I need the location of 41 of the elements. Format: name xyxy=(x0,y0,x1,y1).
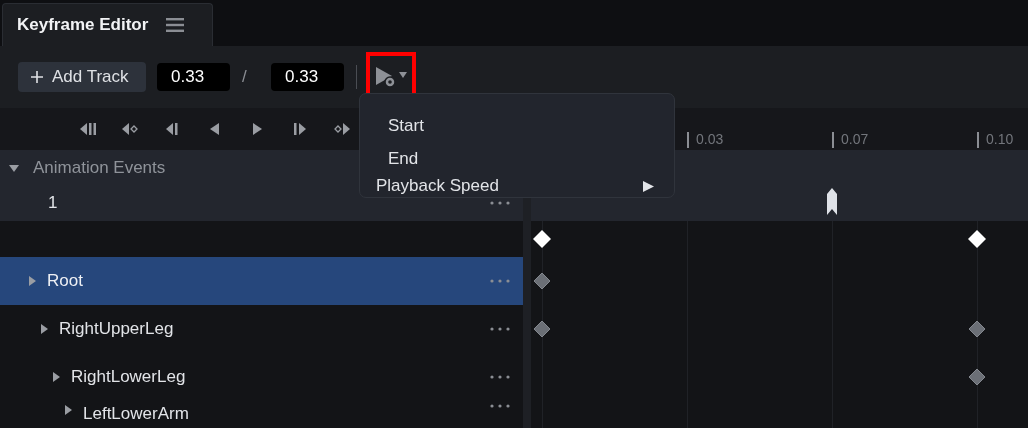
event-name: 1 xyxy=(48,193,58,213)
time-label: 0.10 xyxy=(986,131,1014,148)
prev-key-icon[interactable] xyxy=(122,122,140,136)
editor-tab[interactable]: Keyframe Editor xyxy=(2,3,213,46)
event-marker-icon[interactable] xyxy=(827,188,837,215)
track-name: RightUpperLeg xyxy=(59,319,174,339)
menu-item[interactable]: End xyxy=(360,142,674,175)
track-row[interactable]: LeftLowerArm xyxy=(0,401,523,428)
menu-icon[interactable] xyxy=(166,18,185,32)
submenu-arrow-icon xyxy=(642,179,655,193)
menu-item[interactable]: Start xyxy=(360,109,674,142)
add-track-button[interactable]: Add Track xyxy=(18,62,146,92)
track-row[interactable]: RightLowerLeg xyxy=(0,353,523,401)
track-name: Root xyxy=(47,271,83,291)
total-time-field[interactable]: 0.33 xyxy=(271,63,344,91)
expand-arrow-icon[interactable] xyxy=(26,275,38,287)
keyframe-icon[interactable] xyxy=(531,228,553,250)
first-icon[interactable] xyxy=(80,122,98,136)
time-separator: / xyxy=(242,67,248,87)
track-name: LeftLowerArm xyxy=(83,404,189,424)
menu-item[interactable]: Playback Speed xyxy=(360,175,674,197)
time-label: 0.03 xyxy=(696,131,724,148)
track-row[interactable]: Root xyxy=(0,257,523,305)
next-key-icon[interactable] xyxy=(332,122,350,136)
time-label: 0.07 xyxy=(841,131,869,148)
plus-icon xyxy=(31,71,43,83)
current-time-field[interactable]: 0.33 xyxy=(157,63,230,91)
more-icon[interactable] xyxy=(490,201,510,205)
more-icon[interactable] xyxy=(490,279,510,283)
more-icon[interactable] xyxy=(490,404,510,408)
events-title: Animation Events xyxy=(33,157,166,178)
keyframe-icon[interactable] xyxy=(966,228,988,250)
track-row[interactable]: RightUpperLeg xyxy=(0,305,523,353)
expand-arrow-icon[interactable] xyxy=(62,404,74,416)
expand-arrow-icon[interactable] xyxy=(50,371,62,383)
expand-arrow-icon[interactable] xyxy=(38,323,50,335)
tab-title: Keyframe Editor xyxy=(17,15,149,35)
track-name: RightLowerLeg xyxy=(71,367,186,387)
more-icon[interactable] xyxy=(490,375,510,379)
play-gear-icon xyxy=(374,64,408,90)
more-icon[interactable] xyxy=(490,327,510,331)
